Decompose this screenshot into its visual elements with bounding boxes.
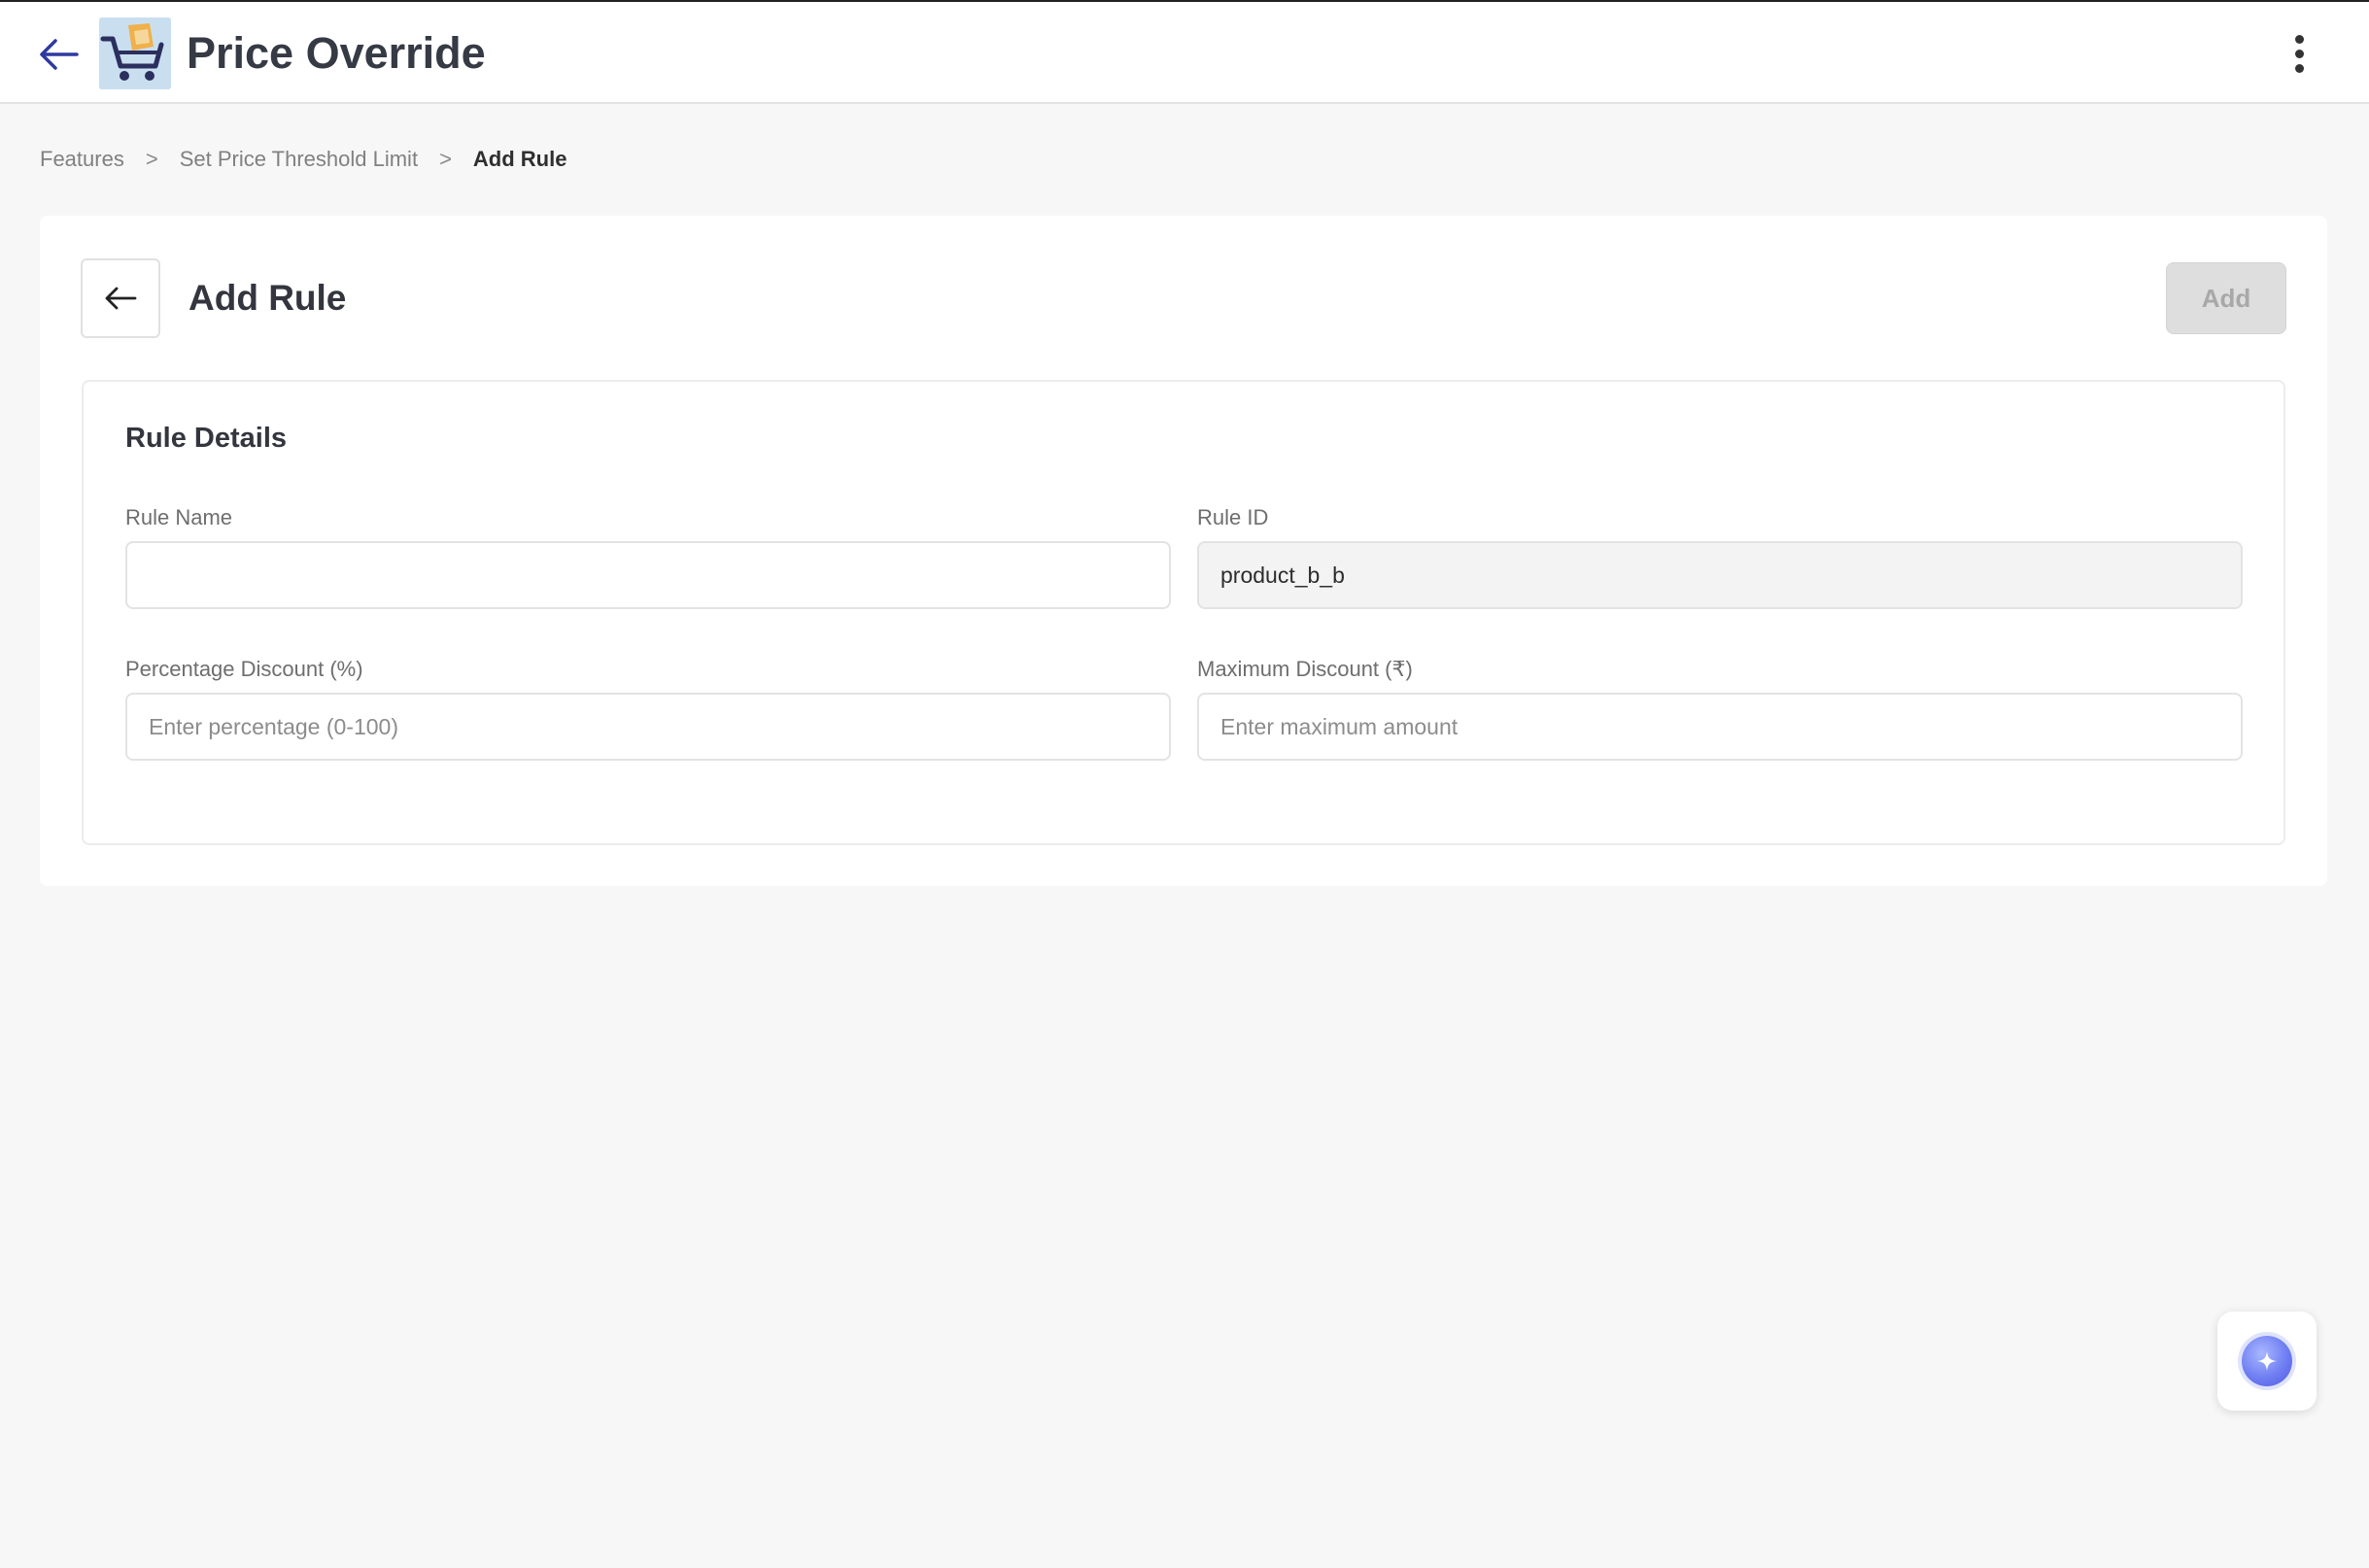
kebab-menu-icon[interactable]	[2280, 27, 2318, 80]
percentage-discount-input[interactable]	[125, 693, 1171, 761]
breadcrumb-item-features[interactable]: Features	[40, 147, 124, 172]
sparkle-assistant-icon	[2242, 1336, 2292, 1386]
breadcrumb-separator: >	[439, 147, 452, 171]
app-title: Price Override	[187, 28, 486, 78]
add-button[interactable]: Add	[2166, 262, 2286, 334]
maximum-discount-label: Maximum Discount (₹)	[1197, 657, 1413, 681]
arrow-left-icon	[105, 287, 137, 310]
section-title: Rule Details	[125, 423, 287, 454]
breadcrumb-separator: >	[145, 147, 158, 171]
header-back-button[interactable]	[35, 31, 82, 78]
add-rule-card: Add Rule Add Rule Details Rule Name Rule…	[40, 216, 2327, 886]
breadcrumb-item-set-price-threshold-limit[interactable]: Set Price Threshold Limit	[180, 147, 418, 172]
rule-details-section: Rule Details Rule Name Rule ID Percentag…	[82, 380, 2285, 845]
rule-name-input[interactable]	[125, 541, 1171, 609]
back-button[interactable]	[81, 258, 160, 338]
percentage-discount-label: Percentage Discount (%)	[125, 657, 363, 681]
breadcrumb-item-current: Add Rule	[472, 147, 567, 171]
shopping-cart-logo-icon	[99, 17, 171, 89]
assistant-button[interactable]	[2217, 1312, 2317, 1411]
maximum-discount-input[interactable]	[1197, 693, 2243, 761]
rule-id-label: Rule ID	[1197, 505, 1269, 529]
page-title: Add Rule	[189, 278, 347, 318]
arrow-left-icon	[40, 39, 79, 70]
app-header: Price Override	[0, 0, 2369, 104]
rule-name-label: Rule Name	[125, 505, 233, 529]
breadcrumb: Features > Set Price Threshold Limit > A…	[40, 144, 566, 175]
rule-id-field[interactable]	[1197, 541, 2243, 609]
